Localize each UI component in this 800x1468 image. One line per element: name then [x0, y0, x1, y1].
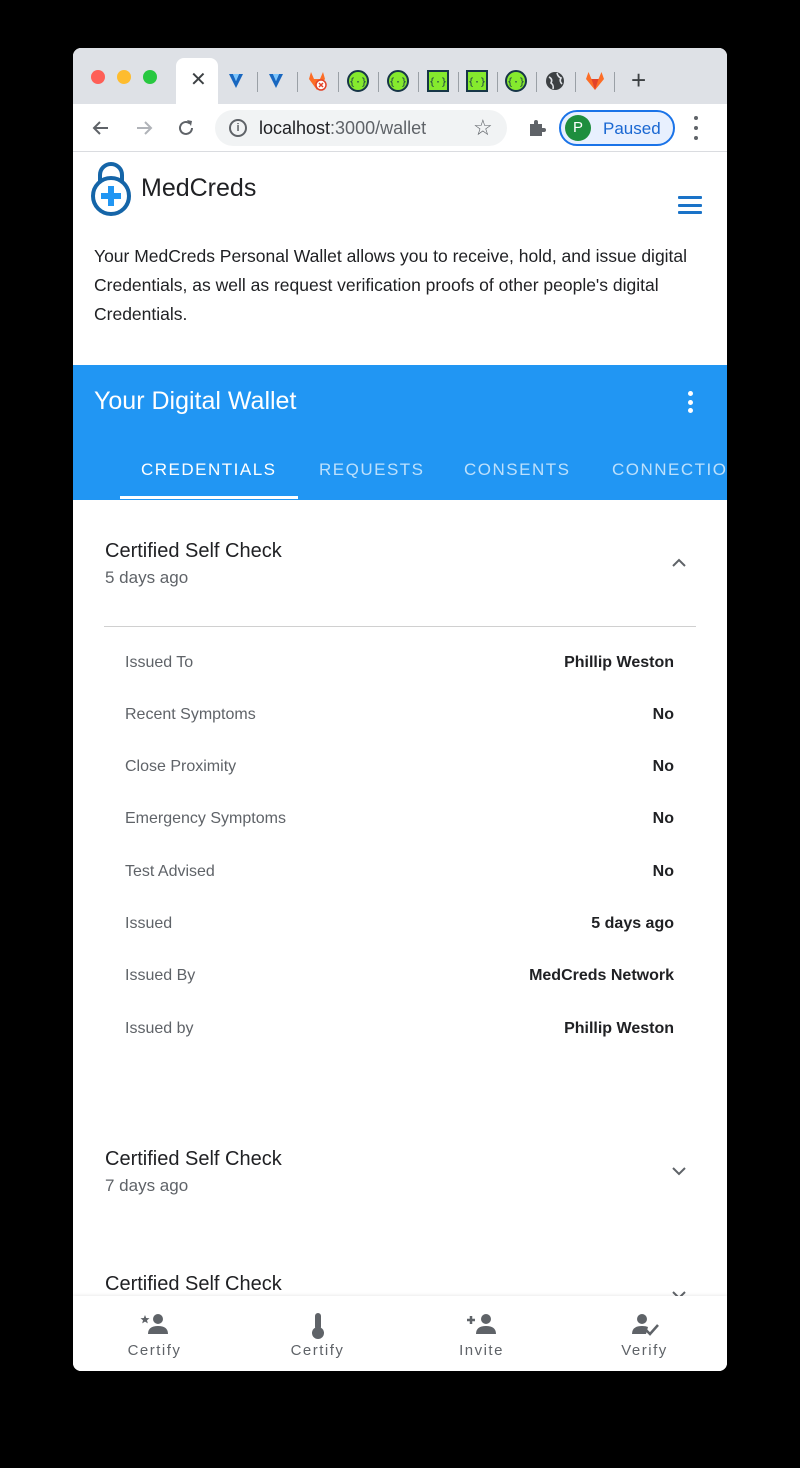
tab-credentials[interactable]: CREDENTIALS: [141, 460, 277, 480]
api-icon[interactable]: {·}: [387, 70, 409, 92]
nav-certify-button[interactable]: Certify: [73, 1296, 236, 1371]
gitlab-icon[interactable]: [584, 70, 606, 92]
api-icon[interactable]: {·}: [466, 70, 488, 92]
tab-connections[interactable]: CONNECTIONS: [612, 460, 727, 480]
tab-close-icon[interactable]: ✕: [190, 68, 207, 92]
svg-text:{·}: {·}: [507, 77, 525, 88]
site-info-icon[interactable]: i: [229, 119, 247, 137]
credential-time: 5 days ago: [105, 568, 189, 587]
chevron-down-icon[interactable]: [670, 1162, 688, 1180]
detail-value: No: [652, 758, 674, 775]
url-text[interactable]: localhost:3000/wallet: [259, 118, 426, 139]
credential-title[interactable]: Certified Self Check: [105, 540, 282, 563]
globe-icon[interactable]: [544, 70, 566, 92]
extensions-puzzle-icon[interactable]: [523, 114, 551, 142]
divider: [104, 626, 696, 627]
nav-certify-temperature-button[interactable]: Certify: [236, 1296, 399, 1371]
api-icon[interactable]: {·}: [427, 70, 449, 92]
credential-time: 7 days ago: [105, 1176, 189, 1195]
tab-separator: [497, 72, 498, 92]
tab-consents[interactable]: CONSENTS: [464, 460, 570, 480]
person-check-icon: [563, 1312, 726, 1338]
tab-strip: ✕ {·} {·} {·} {·} {·} +: [73, 48, 727, 104]
close-window-button[interactable]: [91, 70, 105, 84]
url-path: :3000/wallet: [330, 118, 427, 138]
bottom-navigation: Certify Certify Invite Verify: [73, 1296, 727, 1371]
active-tab-indicator: [120, 496, 298, 499]
detail-value: No: [652, 810, 674, 827]
person-add-icon: [400, 1312, 563, 1338]
detail-value: No: [652, 706, 674, 723]
address-bar[interactable]: i localhost:3000/wallet ☆: [215, 110, 507, 146]
nav-label: Verify: [621, 1342, 668, 1359]
detail-label: Emergency Symptoms: [125, 810, 286, 827]
tab-separator: [536, 72, 537, 92]
wallet-title: Your Digital Wallet: [94, 387, 297, 415]
nav-verify-button[interactable]: Verify: [563, 1296, 726, 1371]
detail-value: Phillip Weston: [564, 654, 674, 671]
detail-label: Recent Symptoms: [125, 706, 256, 723]
detail-label: Issued: [125, 915, 173, 932]
thermometer-icon: [236, 1312, 399, 1339]
tab-separator: [338, 72, 339, 92]
tab-separator: [378, 72, 379, 92]
new-tab-icon[interactable]: +: [631, 66, 646, 94]
browser-menu-icon[interactable]: [693, 116, 699, 140]
back-icon[interactable]: [87, 114, 115, 142]
gitlab-error-icon[interactable]: [306, 70, 328, 92]
browser-toolbar: i localhost:3000/wallet ☆ P Paused: [73, 104, 727, 152]
tab-separator: [458, 72, 459, 92]
tab-requests[interactable]: REQUESTS: [319, 460, 425, 480]
svg-text:{·}: {·}: [429, 77, 447, 88]
tab-separator: [614, 72, 615, 92]
detail-value: 5 days ago: [591, 915, 674, 932]
svg-text:{·}: {·}: [389, 77, 407, 88]
tab-separator: [575, 72, 576, 92]
app-header: MedCreds: [73, 152, 727, 232]
medcreds-logo-icon[interactable]: [89, 162, 133, 216]
person-star-icon: [73, 1312, 236, 1338]
svg-text:{·}: {·}: [349, 77, 367, 88]
detail-label: Issued By: [125, 967, 196, 984]
intro-text: Your MedCreds Personal Wallet allows you…: [94, 246, 688, 324]
detail-label: Issued by: [125, 1020, 194, 1037]
api-icon[interactable]: {·}: [505, 70, 527, 92]
api-icon[interactable]: {·}: [347, 70, 369, 92]
svg-text:{·}: {·}: [468, 77, 486, 88]
detail-value: MedCreds Network: [529, 967, 674, 984]
vuetify-icon[interactable]: [225, 70, 247, 92]
avatar: P: [565, 115, 591, 141]
brand-name[interactable]: MedCreds: [141, 174, 256, 203]
forward-icon[interactable]: [130, 114, 158, 142]
nav-invite-button[interactable]: Invite: [400, 1296, 563, 1371]
vuetify-icon[interactable]: [265, 70, 287, 92]
browser-window: ✕ {·} {·} {·} {·} {·} + i localhost:3000…: [73, 48, 727, 1371]
maximize-window-button[interactable]: [143, 70, 157, 84]
nav-label: Certify: [290, 1342, 345, 1359]
hamburger-menu-icon[interactable]: [678, 196, 702, 214]
wallet-more-icon[interactable]: [687, 391, 693, 413]
detail-label: Test Advised: [125, 863, 215, 880]
wallet-header: Your Digital Wallet CREDENTIALS REQUESTS…: [73, 365, 727, 500]
wallet-tabs: CREDENTIALS REQUESTS CONSENTS CONNECTION…: [73, 445, 727, 500]
minimize-window-button[interactable]: [117, 70, 131, 84]
reload-icon[interactable]: [172, 114, 200, 142]
credential-title[interactable]: Certified Self Check: [105, 1148, 282, 1171]
nav-label: Certify: [127, 1342, 182, 1359]
nav-label: Invite: [459, 1342, 504, 1359]
url-host: localhost: [259, 118, 331, 138]
detail-value: Phillip Weston: [564, 1020, 674, 1037]
detail-label: Issued To: [125, 654, 194, 671]
tab-separator: [297, 72, 298, 92]
profile-status-label: Paused: [603, 119, 661, 138]
detail-label: Close Proximity: [125, 758, 237, 775]
tab-separator: [418, 72, 419, 92]
chevron-up-icon[interactable]: [670, 554, 688, 572]
detail-value: No: [652, 863, 674, 880]
tab-separator: [257, 72, 258, 92]
profile-button[interactable]: P Paused: [559, 110, 675, 146]
active-tab[interactable]: ✕: [176, 58, 218, 104]
credential-title[interactable]: Certified Self Check: [105, 1273, 282, 1296]
bookmark-star-icon[interactable]: ☆: [473, 115, 493, 141]
